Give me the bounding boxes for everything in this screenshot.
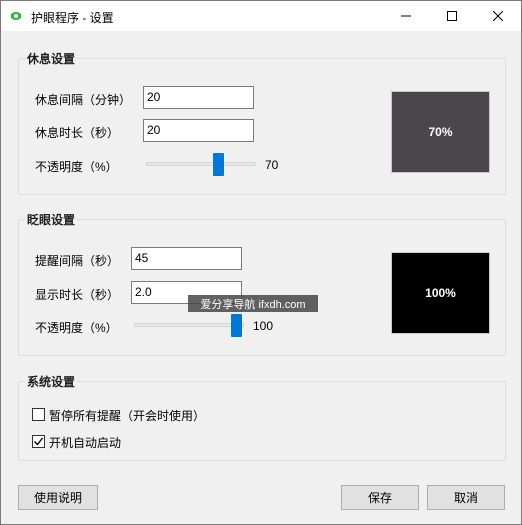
blink-interval-label: 提醒间隔（秒） <box>35 254 120 268</box>
rest-opacity-slider-track[interactable] <box>146 162 256 166</box>
help-button[interactable]: 使用说明 <box>18 485 98 510</box>
rest-interval-input[interactable]: 20 <box>143 86 254 109</box>
blink-preview-text: 100% <box>425 286 456 300</box>
rest-opacity-value: 70 <box>265 158 279 172</box>
title-bar[interactable]: 护眼程序 - 设置 <box>1 1 521 31</box>
rest-opacity-preview: 70% <box>391 91 490 173</box>
window-title: 护眼程序 - 设置 <box>31 11 114 25</box>
blink-opacity-preview: 100% <box>391 252 490 334</box>
rest-preview-text: 70% <box>428 125 453 139</box>
autostart-label[interactable]: 开机自动启动 <box>49 434 121 451</box>
system-settings-title: 系统设置 <box>25 373 78 390</box>
pause-reminders-checkbox[interactable] <box>32 408 45 421</box>
blink-opacity-label: 不透明度（%） <box>35 321 118 335</box>
rest-interval-label: 休息间隔（分钟） <box>35 93 132 107</box>
minimize-icon <box>401 15 411 17</box>
checkmark-icon <box>34 437 44 446</box>
blink-interval-input[interactable]: 45 <box>131 247 242 270</box>
autostart-checkbox[interactable] <box>32 435 45 448</box>
cancel-button[interactable]: 取消 <box>427 485 505 510</box>
maximize-button[interactable] <box>429 1 475 31</box>
settings-window: 护眼程序 - 设置 休息设置 休息间隔（分钟） 20 休息时长（秒） 20 不透… <box>0 0 522 525</box>
minimize-button[interactable] <box>383 1 429 31</box>
rest-duration-label: 休息时长（秒） <box>35 126 120 140</box>
blink-settings-title: 眨眼设置 <box>25 211 78 228</box>
blink-opacity-slider-thumb[interactable] <box>231 314 242 337</box>
rest-opacity-label: 不透明度（%） <box>35 160 118 174</box>
blink-opacity-value: 100 <box>253 319 274 333</box>
maximize-icon <box>447 11 457 21</box>
rest-duration-input[interactable]: 20 <box>143 119 254 142</box>
blink-opacity-slider-track[interactable] <box>134 323 244 327</box>
save-button[interactable]: 保存 <box>341 485 419 510</box>
rest-opacity-slider-thumb[interactable] <box>213 153 224 176</box>
close-button[interactable] <box>475 1 521 31</box>
watermark-overlay: 爱分享导航 ifxdh.com <box>188 295 318 312</box>
blink-duration-label: 显示时长（秒） <box>35 288 120 302</box>
rest-settings-title: 休息设置 <box>25 50 78 67</box>
eye-app-icon <box>10 12 22 20</box>
pause-reminders-label[interactable]: 暂停所有提醒（开会时使用） <box>49 407 205 424</box>
close-icon <box>493 11 503 21</box>
